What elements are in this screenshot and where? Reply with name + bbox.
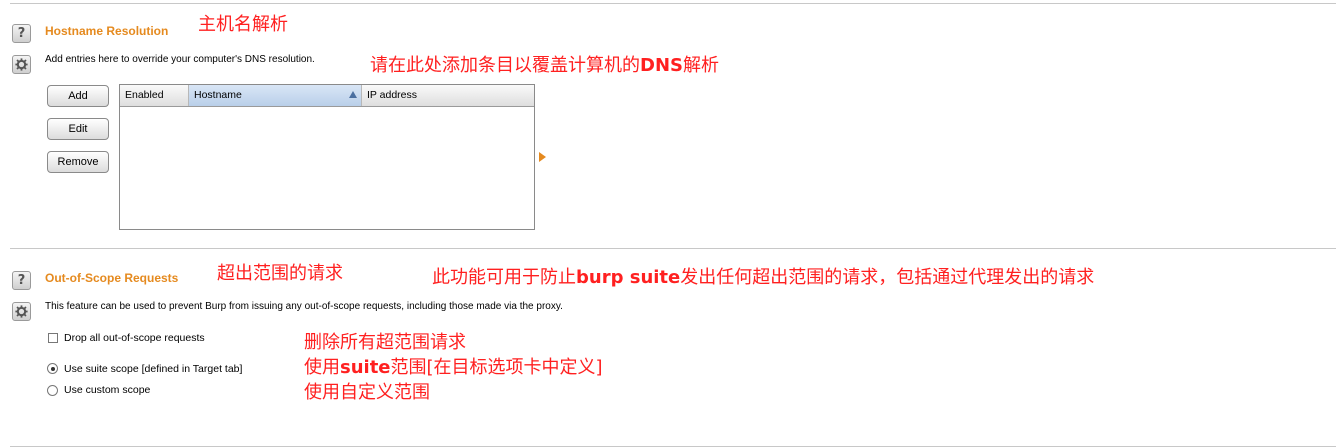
column-header-enabled[interactable]: Enabled	[120, 85, 189, 106]
annotation-bold-1: burp suite	[576, 267, 681, 288]
out-of-scope-title: Out-of-Scope Requests	[45, 271, 179, 285]
annotation-text-1: 请在此处添加条目以覆盖计算机的	[370, 55, 640, 76]
annotation-bold-1: suite	[340, 357, 391, 378]
hostname-column-label: Hostname	[194, 89, 242, 101]
out-of-scope-description: This feature can be used to prevent Burp…	[45, 301, 563, 312]
top-divider	[10, 3, 1336, 4]
hostname-description-annotation: 请在此处添加条目以覆盖计算机的DNS解析	[370, 51, 719, 77]
table-header: Enabled Hostname IP address	[120, 85, 534, 107]
drop-requests-checkbox[interactable]	[48, 333, 58, 343]
column-header-ip-address[interactable]: IP address	[362, 85, 534, 106]
annotation-text-1: 此功能可用于防止	[432, 267, 576, 288]
question-mark-glyph: ?	[17, 273, 26, 288]
suite-scope-label[interactable]: Use suite scope [defined in Target tab]	[64, 363, 242, 375]
bottom-divider	[10, 446, 1336, 447]
drop-requests-label[interactable]: Drop all out-of-scope requests	[64, 332, 205, 344]
sort-ascending-icon	[349, 91, 357, 98]
add-button[interactable]: Add	[47, 85, 109, 107]
hostname-title-annotation: 主机名解析	[198, 14, 288, 35]
annotation-text-2: 发出任何超出范围的请求，包括通过代理发出的请求	[680, 267, 1095, 288]
drop-requests-annotation: 删除所有超范围请求	[304, 332, 466, 353]
annotation-bold-1: DNS	[640, 55, 683, 76]
column-header-hostname[interactable]: Hostname	[189, 85, 362, 106]
gear-icon[interactable]	[12, 302, 31, 321]
gear-icon-graphic	[15, 58, 28, 71]
expand-arrow-icon[interactable]	[539, 152, 546, 162]
custom-scope-label[interactable]: Use custom scope	[64, 384, 150, 396]
help-icon[interactable]: ?	[12, 271, 31, 290]
gear-icon[interactable]	[12, 55, 31, 74]
question-mark-glyph: ?	[17, 26, 26, 41]
annotation-text-2: 解析	[682, 55, 719, 76]
suite-scope-radio[interactable]	[47, 363, 58, 374]
hostname-description: Add entries here to override your comput…	[45, 54, 315, 65]
section-divider	[10, 248, 1336, 249]
edit-button[interactable]: Edit	[47, 118, 109, 140]
annotation-text-1: 使用	[304, 357, 340, 378]
remove-button[interactable]: Remove	[47, 151, 109, 173]
suite-scope-annotation: 使用suite范围[在目标选项卡中定义]	[304, 353, 603, 379]
custom-scope-radio[interactable]	[47, 385, 58, 396]
annotation-text-2: 范围[在目标选项卡中定义]	[390, 357, 603, 378]
custom-scope-annotation: 使用自定义范围	[304, 382, 430, 403]
help-icon[interactable]: ?	[12, 24, 31, 43]
feature-annotation: 此功能可用于防止burp suite发出任何超出范围的请求，包括通过代理发出的请…	[432, 263, 1094, 289]
out-of-scope-title-annotation: 超出范围的请求	[217, 263, 343, 284]
hostname-table[interactable]: Enabled Hostname IP address	[119, 84, 535, 230]
gear-icon-graphic	[15, 305, 28, 318]
hostname-resolution-title: Hostname Resolution	[45, 24, 169, 38]
